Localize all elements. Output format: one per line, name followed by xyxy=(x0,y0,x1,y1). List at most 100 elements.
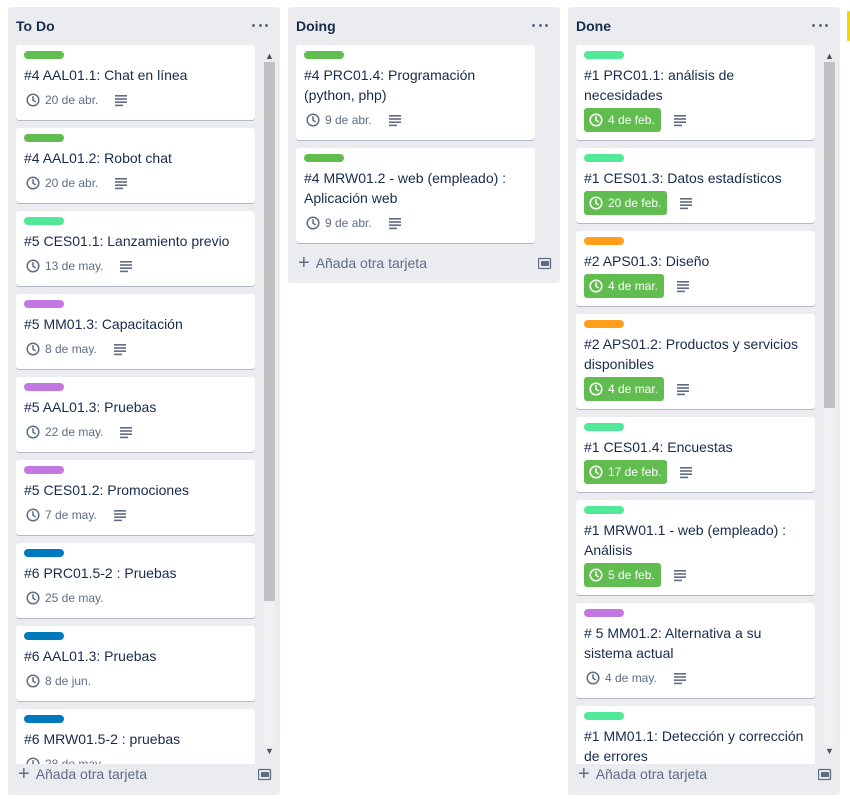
list-menu-button[interactable] xyxy=(252,17,268,33)
add-card-button[interactable]: + Añada otra tarjeta xyxy=(296,249,552,277)
description-icon xyxy=(388,218,401,230)
card-label[interactable] xyxy=(584,712,624,720)
clock-icon xyxy=(589,382,603,396)
card-label[interactable] xyxy=(24,383,64,391)
card-label[interactable] xyxy=(24,632,64,640)
card-label[interactable] xyxy=(584,320,624,328)
card-label[interactable] xyxy=(584,423,624,431)
due-date-badge[interactable]: 20 de abr. xyxy=(24,88,102,112)
due-date-text: 25 de may. xyxy=(45,591,104,605)
scroll-down-arrow[interactable]: ▼ xyxy=(264,745,275,757)
description-icon xyxy=(388,115,401,127)
list-menu-button[interactable] xyxy=(532,17,548,33)
card[interactable]: #4 MRW01.2 - web (empleado) : Aplicación… xyxy=(296,148,535,243)
card[interactable]: #4 AAL01.1: Chat en línea 20 de abr. xyxy=(16,45,255,120)
clock-icon xyxy=(26,93,40,107)
scroll-up-arrow[interactable]: ▲ xyxy=(824,50,835,62)
due-date-badge[interactable]: 4 de feb. xyxy=(584,108,661,132)
card-badges: 8 de jun. xyxy=(24,669,247,693)
card-label[interactable] xyxy=(24,300,64,308)
plus-icon: + xyxy=(578,763,590,785)
card-label[interactable] xyxy=(24,51,64,59)
card-title: #2 APS01.2: Productos y servicios dispon… xyxy=(584,336,798,372)
clock-icon xyxy=(26,176,40,190)
due-date-badge[interactable]: 20 de abr. xyxy=(24,171,102,195)
card[interactable]: #1 MM01.1: Detección y corrección de err… xyxy=(576,706,815,764)
card-title: #1 CES01.3: Datos estadísticos xyxy=(584,170,782,186)
card[interactable]: #1 CES01.4: Encuestas 17 de feb. xyxy=(576,417,815,492)
due-date-badge[interactable]: 17 de feb. xyxy=(584,460,668,484)
card-badges: 20 de abr. xyxy=(24,171,247,195)
scroll-down-arrow[interactable]: ▼ xyxy=(824,745,835,757)
due-date-badge[interactable]: 13 de may. xyxy=(24,254,107,278)
card-title: #6 PRC01.5-2 : Pruebas xyxy=(24,565,177,581)
add-card-label: Añada otra tarjeta xyxy=(595,766,707,782)
due-date-text: 8 de may. xyxy=(45,342,97,356)
card-label[interactable] xyxy=(584,237,624,245)
scrollbar-thumb[interactable] xyxy=(824,62,835,408)
card-template-icon[interactable] xyxy=(538,256,552,270)
card-title: #5 CES01.1: Lanzamiento previo xyxy=(24,233,230,249)
description-icon xyxy=(115,95,128,107)
clock-icon xyxy=(586,671,600,685)
add-card-button[interactable]: + Añada otra tarjeta xyxy=(16,760,272,788)
card-label[interactable] xyxy=(304,154,344,162)
card[interactable]: #1 PRC01.1: análisis de necesidades 4 de … xyxy=(576,45,815,140)
due-date-badge[interactable]: 4 de mar. xyxy=(584,274,665,298)
card-title: #1 CES01.4: Encuestas xyxy=(584,439,733,455)
due-date-badge[interactable]: 25 de may. xyxy=(24,586,107,610)
due-date-badge[interactable]: 4 de may. xyxy=(584,666,661,690)
due-date-badge[interactable]: 7 de may. xyxy=(24,503,101,527)
card-template-icon[interactable] xyxy=(258,767,272,781)
card-label[interactable] xyxy=(584,609,624,617)
card[interactable]: #4 PRC01.4: Programación (python, php) 9 … xyxy=(296,45,535,140)
list-header: To Do xyxy=(8,7,280,45)
due-date-badge[interactable]: 9 de abr. xyxy=(304,211,376,235)
card-badges: 4 de mar. xyxy=(584,274,807,298)
list-menu-button[interactable] xyxy=(812,17,828,33)
card[interactable]: #6 AAL01.3: Pruebas 8 de jun. xyxy=(16,626,255,701)
card-label[interactable] xyxy=(584,154,624,162)
card[interactable]: #4 AAL01.2: Robot chat 20 de abr. xyxy=(16,128,255,203)
card[interactable]: #6 PRC01.5-2 : Pruebas 25 de may. xyxy=(16,543,255,618)
scrollbar[interactable]: ▲ ▼ xyxy=(261,50,277,757)
add-card-button[interactable]: + Añada otra tarjeta xyxy=(576,760,832,788)
card[interactable]: #5 CES01.2: Promociones 7 de may. xyxy=(16,460,255,535)
card[interactable]: #2 APS01.3: Diseño 4 de mar. xyxy=(576,231,815,306)
card-label[interactable] xyxy=(24,134,64,142)
due-date-badge[interactable]: 22 de may. xyxy=(24,420,107,444)
due-date-badge[interactable]: 5 de feb. xyxy=(584,563,661,587)
card[interactable]: # 5 MM01.2: Alternativa a su sistema act… xyxy=(576,603,815,698)
card[interactable]: #1 CES01.3: Datos estadísticos 20 de feb. xyxy=(576,148,815,223)
card-badges: 17 de feb. xyxy=(584,460,807,484)
due-date-badge[interactable]: 8 de jun. xyxy=(24,669,95,693)
due-date-badge[interactable]: 20 de feb. xyxy=(584,191,668,215)
scroll-up-arrow[interactable]: ▲ xyxy=(264,50,275,62)
card-label[interactable] xyxy=(24,217,64,225)
list-title[interactable]: To Do xyxy=(16,18,55,34)
card[interactable]: #6 MRW01.5-2 : pruebas 28 de may. xyxy=(16,709,255,764)
card[interactable]: #2 APS01.2: Productos y servicios dispon… xyxy=(576,314,815,409)
scrollbar-thumb[interactable] xyxy=(264,62,275,601)
clock-icon xyxy=(26,591,40,605)
card[interactable]: #5 MM01.3: Capacitación 8 de may. xyxy=(16,294,255,369)
due-date-badge[interactable]: 8 de may. xyxy=(24,337,101,361)
card-label[interactable] xyxy=(304,51,344,59)
card-label[interactable] xyxy=(24,466,64,474)
card-label[interactable] xyxy=(24,715,64,723)
card-template-icon[interactable] xyxy=(818,767,832,781)
card[interactable]: #5 AAL01.3: Pruebas 22 de may. xyxy=(16,377,255,452)
due-date-text: 4 de mar. xyxy=(608,279,659,293)
card-label[interactable] xyxy=(584,506,624,514)
card[interactable]: #1 MRW01.1 - web (empleado) : Análisis 5 … xyxy=(576,500,815,595)
list-title[interactable]: Doing xyxy=(296,18,336,34)
card-label[interactable] xyxy=(24,549,64,557)
card-label[interactable] xyxy=(584,51,624,59)
list-title[interactable]: Done xyxy=(576,18,611,34)
card-title: #5 AAL01.3: Pruebas xyxy=(24,399,157,415)
due-date-badge[interactable]: 4 de mar. xyxy=(584,377,665,401)
scrollbar[interactable]: ▲ ▼ xyxy=(821,50,837,757)
list-header: Doing xyxy=(288,7,560,45)
card[interactable]: #5 CES01.1: Lanzamiento previo 13 de may. xyxy=(16,211,255,286)
due-date-badge[interactable]: 9 de abr. xyxy=(304,108,376,132)
